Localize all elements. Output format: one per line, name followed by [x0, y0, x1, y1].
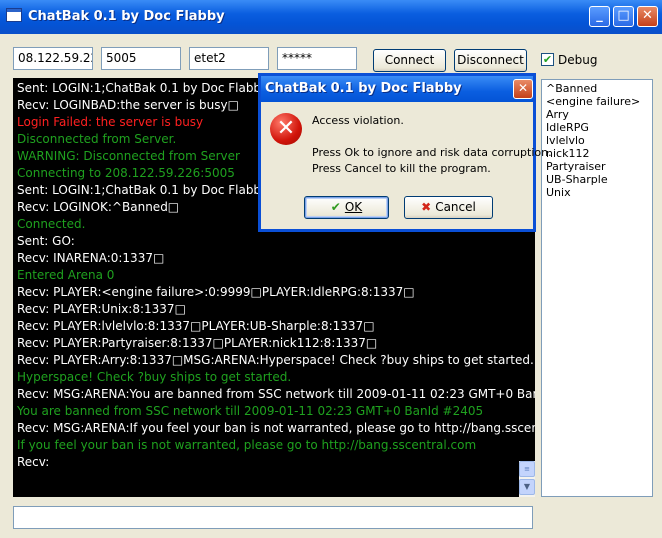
console-line: WARNING: Disconnected from Server [17, 149, 240, 163]
console-line: Recv: PLAYER:Unix:8:1337□ [17, 302, 186, 316]
username-input[interactable]: etet2 [189, 47, 269, 70]
console-line: Sent: LOGIN:1;ChatBak 0.1 by Doc Flabby [17, 81, 269, 95]
console-line: Recv: MSG:ARENA:You are banned from SSC … [17, 387, 535, 401]
cancel-label: Cancel [435, 200, 476, 214]
console-line: Login Failed: the server is busy [17, 115, 204, 129]
password-input[interactable]: ***** [277, 47, 357, 70]
console-line: Recv: PLAYER:Arry:8:1337□MSG:ARENA:Hyper… [17, 353, 534, 367]
ok-label: OK [344, 200, 363, 214]
user-list-item[interactable]: UB-Sharple [546, 173, 608, 186]
user-list-item[interactable]: lvlelvlo [546, 134, 585, 147]
user-list-item[interactable]: <engine failure> [546, 95, 640, 108]
maximize-button[interactable]: □ [613, 6, 634, 27]
user-list-item[interactable]: nick112 [546, 147, 589, 160]
port-input[interactable]: 5005 [101, 47, 181, 70]
console-line: Recv: LOGINOK:^Banned□ [17, 200, 180, 214]
error-icon: ✕ [270, 113, 302, 145]
console-line: Recv: PLAYER:lvlelvlo:8:1337□PLAYER:UB-S… [17, 319, 375, 333]
console-line: Recv: MSG:ARENA:If you feel your ban is … [17, 421, 535, 435]
cancel-hint: Press Cancel to kill the program. [312, 162, 491, 175]
window-title: ChatBak 0.1 by Doc Flabby [28, 9, 225, 24]
user-list-item[interactable]: Partyraiser [546, 160, 606, 173]
user-list-item[interactable]: IdleRPG [546, 121, 589, 134]
console-line: Entered Arena 0 [17, 268, 115, 282]
disconnect-button[interactable]: Disconnect [454, 49, 527, 72]
error-dialog: ChatBak 0.1 by Doc Flabby ✕ ✕ Access vio… [258, 73, 552, 232]
console-line: Recv: INARENA:0:1337□ [17, 251, 165, 265]
ok-hint: Press Ok to ignore and risk data corrupt… [312, 146, 552, 159]
close-button[interactable]: ✕ [637, 6, 658, 27]
console-line: Recv: LOGINBAD:the server is busy□ [17, 98, 239, 112]
checkmark-icon: ✔ [330, 200, 341, 214]
console-line: Recv: PLAYER:Partyraiser:8:1337□PLAYER:n… [17, 336, 378, 350]
console-line: Sent: LOGIN:1;ChatBak 0.1 by Doc Flabby [17, 183, 269, 197]
console-line: Recv: PLAYER:<engine failure>:0:9999□PLA… [17, 285, 415, 299]
console-line: Recv: [17, 455, 50, 469]
ok-button[interactable]: ✔ OK [304, 196, 389, 219]
user-list-item[interactable]: Unix [546, 186, 571, 199]
cancel-x-icon: ✖ [421, 200, 432, 214]
app-icon [6, 8, 22, 22]
console-line: Sent: GO: [17, 234, 75, 248]
console-line: If you feel your ban is not warranted, p… [17, 438, 477, 452]
error-message: Access violation. [312, 114, 404, 127]
scroll-down-button[interactable]: ▼ [519, 479, 535, 495]
dialog-title-bar[interactable]: ChatBak 0.1 by Doc Flabby ✕ [261, 76, 533, 102]
debug-checkbox[interactable]: ✔ [541, 53, 554, 66]
connect-button[interactable]: Connect [373, 49, 446, 72]
chat-input[interactable] [13, 506, 533, 529]
user-list[interactable]: ^Banned <engine failure> Arry IdleRPG lvlelv… [541, 79, 653, 497]
debug-label[interactable]: Debug [558, 53, 597, 67]
host-input[interactable]: 08.122.59.226 [13, 47, 93, 70]
console-line: Connected. [17, 217, 86, 231]
console-line: You are banned from SSC network till 200… [17, 404, 484, 418]
console-line: Connecting to 208.122.59.226:5005 [17, 166, 235, 180]
dialog-title: ChatBak 0.1 by Doc Flabby [265, 81, 462, 96]
title-bar[interactable]: ChatBak 0.1 by Doc Flabby _ □ ✕ [0, 0, 662, 34]
console-line: Hyperspace! Check ?buy ships to get star… [17, 370, 292, 384]
console-line: Disconnected from Server. [17, 132, 177, 146]
minimize-button[interactable]: _ [589, 6, 610, 27]
cancel-button[interactable]: ✖ Cancel [404, 196, 493, 219]
user-list-item[interactable]: Arry [546, 108, 569, 121]
user-list-item[interactable]: ^Banned [546, 82, 597, 95]
scrollbar-thumb[interactable]: ≡ [519, 461, 535, 477]
dialog-close-button[interactable]: ✕ [513, 79, 533, 99]
